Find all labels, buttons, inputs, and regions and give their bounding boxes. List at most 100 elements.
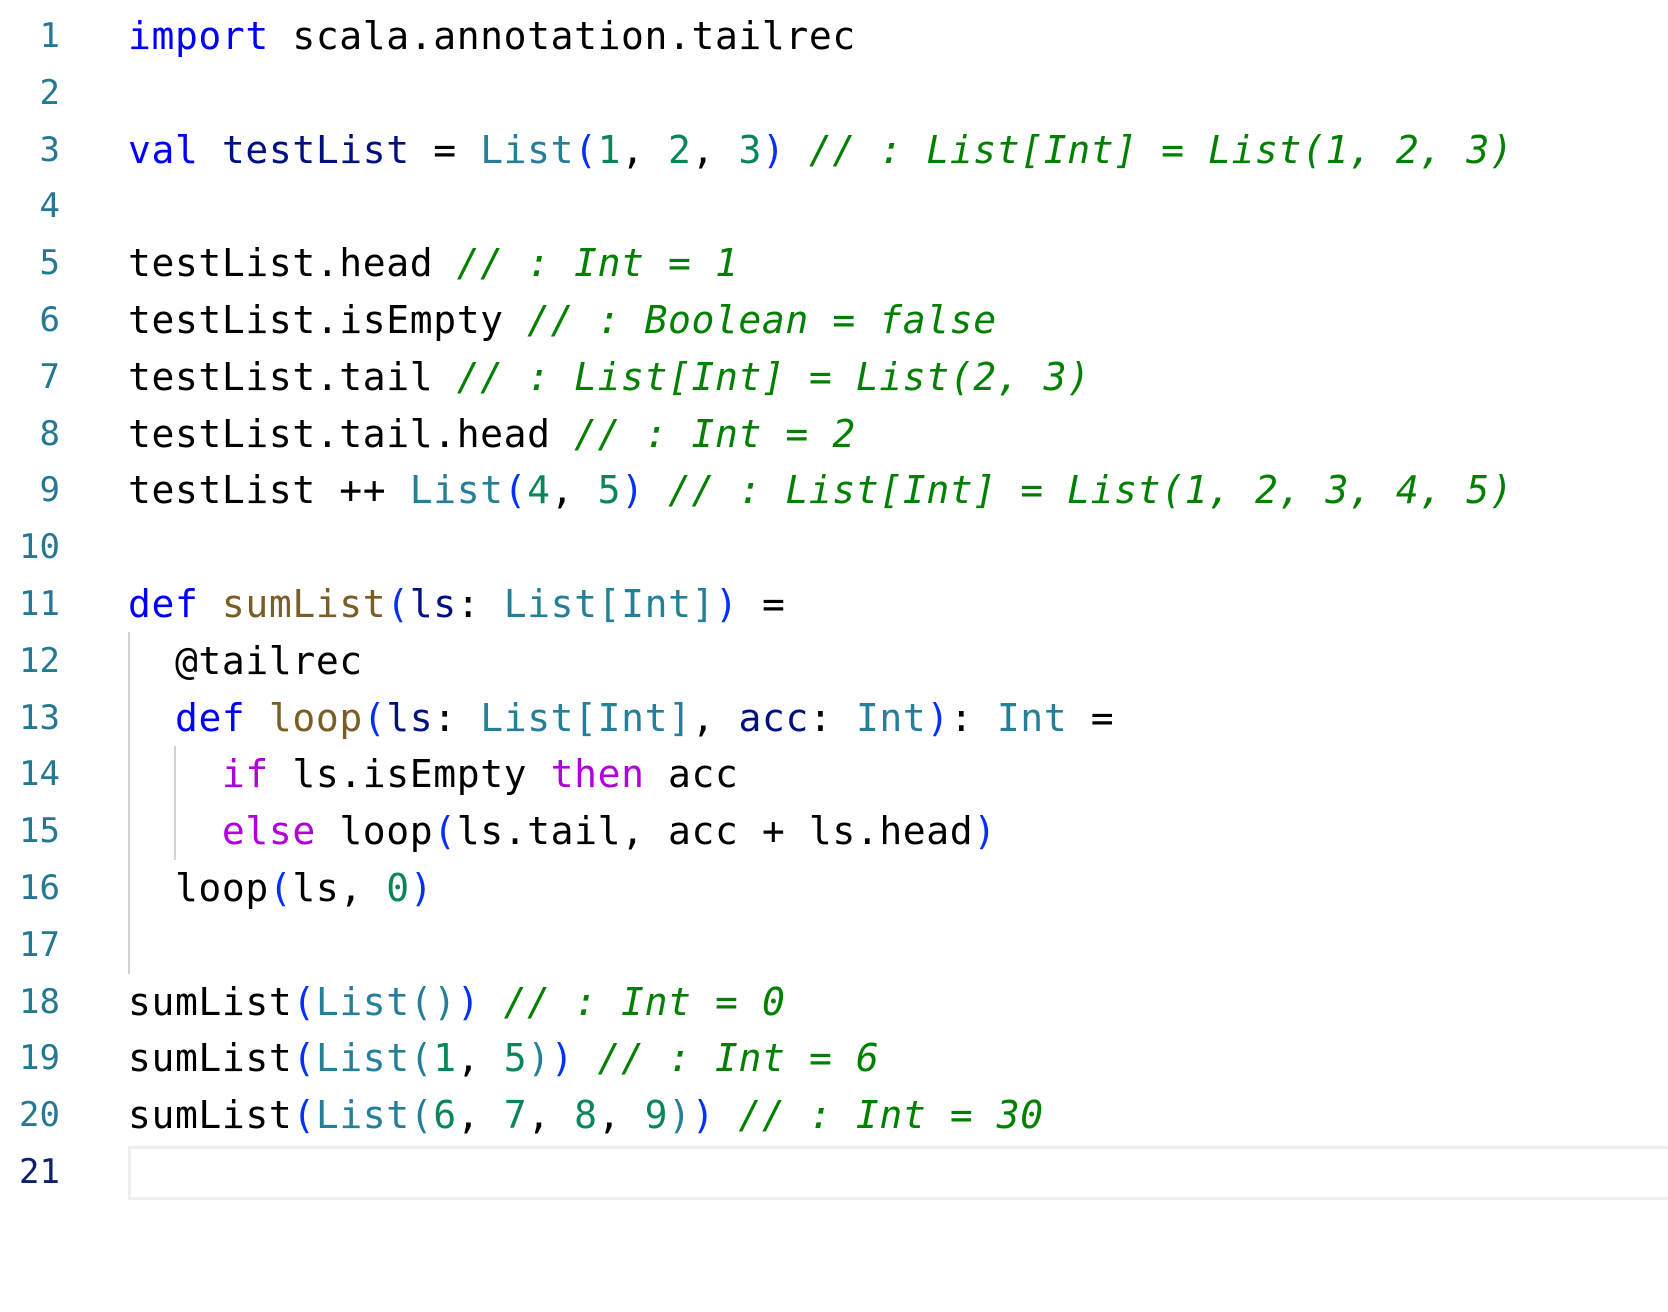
indent-guide-def-loop bbox=[174, 746, 176, 860]
code-token: = bbox=[738, 582, 786, 626]
code-token: ( bbox=[292, 1093, 316, 1138]
code-line[interactable]: 4 bbox=[0, 178, 1668, 234]
code-token: 1 bbox=[597, 127, 622, 172]
code-line[interactable]: 18 sumList(List()) // : Int = 0 bbox=[0, 974, 1668, 1030]
code-token: [ bbox=[574, 695, 598, 740]
code-line[interactable]: 15 else loop(ls.tail, acc + ls.head) bbox=[0, 803, 1668, 859]
code-token: 1 bbox=[433, 1036, 457, 1081]
line-number: 16 bbox=[19, 868, 60, 908]
code-text[interactable]: testList.isEmpty // : Boolean = false bbox=[128, 292, 997, 348]
code-line[interactable]: 7 testList.tail // : List[Int] = List(2, … bbox=[0, 349, 1668, 405]
code-token: ( bbox=[386, 582, 410, 626]
code-token: ( bbox=[433, 809, 457, 854]
code-text[interactable]: def sumList(ls: List[Int]) = bbox=[128, 576, 785, 632]
code-token: ( bbox=[409, 1036, 434, 1081]
code-token: ( bbox=[362, 695, 387, 740]
code-token: ] bbox=[691, 582, 716, 626]
code-token: , bbox=[621, 127, 669, 172]
code-token: def bbox=[174, 695, 246, 740]
code-token: = bbox=[1067, 695, 1115, 740]
code-token: scala.annotation.tailrec bbox=[268, 14, 856, 58]
code-line[interactable]: 1 import scala.annotation.tailrec bbox=[0, 8, 1668, 64]
code-line[interactable]: 20 sumList(List(6, 7, 8, 9)) // : Int = 3… bbox=[0, 1087, 1668, 1143]
code-token: ls, bbox=[292, 866, 387, 910]
code-line[interactable]: 2 bbox=[0, 65, 1668, 121]
code-line[interactable]: 12 @tailrec bbox=[0, 633, 1668, 689]
line-number: 17 bbox=[19, 924, 60, 965]
code-line[interactable]: 8 testList.tail.head // : Int = 2 bbox=[0, 406, 1668, 462]
code-token: @tailrec bbox=[128, 638, 363, 683]
code-text[interactable]: testList.head // : Int = 1 bbox=[128, 235, 738, 291]
code-line[interactable]: 16 loop(ls, 0) bbox=[0, 860, 1668, 916]
code-line[interactable]: 6 testList.isEmpty // : Boolean = false bbox=[0, 292, 1668, 348]
code-token: ] bbox=[668, 695, 692, 740]
code-line[interactable]: 13 def loop(ls: List[Int], acc: Int): In… bbox=[0, 690, 1668, 746]
code-line[interactable]: 9 testList ++ List(4, 5) // : List[Int] =… bbox=[0, 462, 1668, 518]
code-token: // : List[Int] = List(2, 3) bbox=[456, 354, 1091, 399]
code-token: : bbox=[949, 695, 997, 740]
code-token: sumList bbox=[128, 1036, 293, 1081]
code-text[interactable]: loop(ls, 0) bbox=[128, 860, 433, 916]
code-text[interactable]: else loop(ls.tail, acc + ls.head) bbox=[128, 803, 997, 859]
code-token: [ bbox=[597, 582, 622, 626]
code-token: else bbox=[221, 809, 316, 854]
code-line[interactable]: 17 bbox=[0, 917, 1668, 973]
code-token: , bbox=[691, 695, 739, 740]
code-token: : bbox=[808, 695, 856, 740]
code-line[interactable]: 5 testList.head // : Int = 1 bbox=[0, 235, 1668, 291]
code-line[interactable]: 10 bbox=[0, 519, 1668, 575]
code-text[interactable]: sumList(List()) // : Int = 0 bbox=[128, 974, 785, 1030]
line-number: 1 bbox=[39, 16, 60, 56]
code-token: ( bbox=[292, 979, 316, 1024]
code-token: if bbox=[221, 752, 269, 797]
line-number: 3 bbox=[39, 129, 60, 170]
code-token: ( bbox=[503, 468, 528, 513]
code-token: ) bbox=[973, 809, 997, 854]
code-token: // : Int = 30 bbox=[738, 1093, 1044, 1138]
line-number: 12 bbox=[19, 640, 60, 681]
code-line[interactable]: 3 val testList = List(1, 2, 3) // : List[… bbox=[0, 122, 1668, 178]
code-token: 9 bbox=[644, 1093, 669, 1138]
code-line[interactable]: 14 if ls.isEmpty then acc bbox=[0, 746, 1668, 802]
code-editor[interactable]: 1 import scala.annotation.tailrec 2 3 val te… bbox=[0, 0, 1668, 1312]
code-text[interactable]: sumList(List(6, 7, 8, 9)) // : Int = 30 bbox=[128, 1087, 1044, 1143]
code-token: , bbox=[456, 1093, 504, 1138]
code-token: testList.tail bbox=[128, 354, 457, 399]
line-number: 13 bbox=[19, 697, 60, 738]
code-token: ) bbox=[691, 1093, 716, 1138]
code-token: 5 bbox=[597, 468, 622, 513]
code-token: testList.head bbox=[128, 241, 457, 286]
code-text[interactable]: val testList = List(1, 2, 3) // : List[I… bbox=[128, 122, 1513, 178]
code-token: 7 bbox=[503, 1093, 528, 1138]
code-token: ( bbox=[268, 866, 293, 910]
code-token: 4 bbox=[527, 468, 551, 513]
code-token: ) bbox=[409, 866, 434, 910]
code-token: def bbox=[128, 582, 199, 626]
code-token: Int bbox=[855, 695, 927, 740]
code-token: // : Int = 1 bbox=[456, 241, 739, 286]
code-token: ( bbox=[292, 1036, 316, 1081]
code-text[interactable]: testList ++ List(4, 5) // : List[Int] = … bbox=[128, 462, 1513, 518]
code-token: , bbox=[597, 1093, 645, 1138]
code-text[interactable]: def loop(ls: List[Int], acc: Int): Int = bbox=[128, 690, 1114, 746]
code-token: List bbox=[315, 1036, 410, 1081]
code-token: List bbox=[409, 468, 504, 513]
code-text[interactable]: import scala.annotation.tailrec bbox=[128, 8, 856, 64]
code-text[interactable]: testList.tail // : List[Int] = List(2, 3… bbox=[128, 349, 1091, 405]
code-text[interactable]: testList.tail.head // : Int = 2 bbox=[128, 406, 856, 462]
code-line[interactable]: 11 def sumList(ls: List[Int]) = bbox=[0, 576, 1668, 632]
code-token: 3 bbox=[738, 127, 762, 172]
code-text[interactable]: if ls.isEmpty then acc bbox=[128, 746, 738, 802]
line-number: 14 bbox=[19, 754, 60, 795]
code-text[interactable]: sumList(List(1, 5)) // : Int = 6 bbox=[128, 1030, 879, 1086]
indent-guide-def-sumList bbox=[128, 632, 130, 974]
code-text[interactable]: @tailrec bbox=[128, 633, 363, 689]
code-token: List bbox=[503, 582, 598, 626]
line-number: 20 bbox=[19, 1095, 60, 1136]
code-line[interactable]: 19 sumList(List(1, 5)) // : Int = 6 bbox=[0, 1030, 1668, 1086]
code-token: // : Int = 0 bbox=[503, 979, 786, 1024]
